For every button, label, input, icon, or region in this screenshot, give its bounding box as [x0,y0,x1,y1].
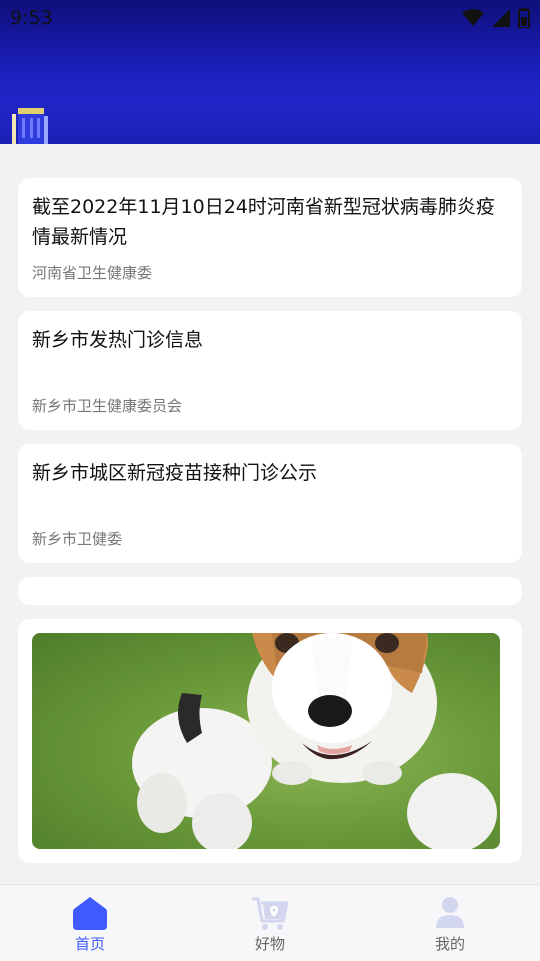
header-banner: 9:53 [0,0,540,144]
tab-goods[interactable]: 好物 [180,885,360,961]
news-title: 新乡市城区新冠疫苗接种门诊公示 [32,462,318,484]
news-card[interactable]: 新乡市发热门诊信息 新乡市卫生健康委员会 [18,311,522,430]
news-source: 新乡市卫生健康委员会 [32,397,183,415]
dog-photo [32,633,500,849]
bottom-tab-bar: 首页 好物 我的 [0,884,540,961]
dog-illustration [132,633,497,849]
empty-card [18,577,522,605]
status-icons [462,8,530,28]
news-source: 河南省卫生健康委 [32,264,153,282]
user-icon [436,897,464,928]
tab-label: 首页 [74,935,105,953]
image-card[interactable] [18,619,522,863]
tab-label: 好物 [254,935,285,953]
home-icon [73,897,107,930]
news-card[interactable]: 新乡市城区新冠疫苗接种门诊公示 新乡市卫健委 [18,444,522,563]
tab-home[interactable]: 首页 [0,885,180,961]
status-bar: 9:53 [0,0,540,36]
news-title: 新乡市发热门诊信息 [32,329,204,351]
tab-mine[interactable]: 我的 [360,885,540,961]
news-source: 新乡市卫健委 [32,530,123,548]
news-card[interactable]: 截至2022年11月10日24时河南省新型冠状病毒肺炎疫情最新情况 河南省卫生健… [18,178,522,297]
building-silhouette-icon [12,108,48,144]
news-title: 截至2022年11月10日24时河南省新型冠状病毒肺炎疫情最新情况 [32,196,495,248]
status-time: 9:53 [10,7,53,29]
battery-icon [518,8,530,28]
signal-icon [492,9,510,27]
cart-location-icon [252,897,289,930]
wifi-icon [462,9,484,26]
tab-label: 我的 [434,935,465,953]
